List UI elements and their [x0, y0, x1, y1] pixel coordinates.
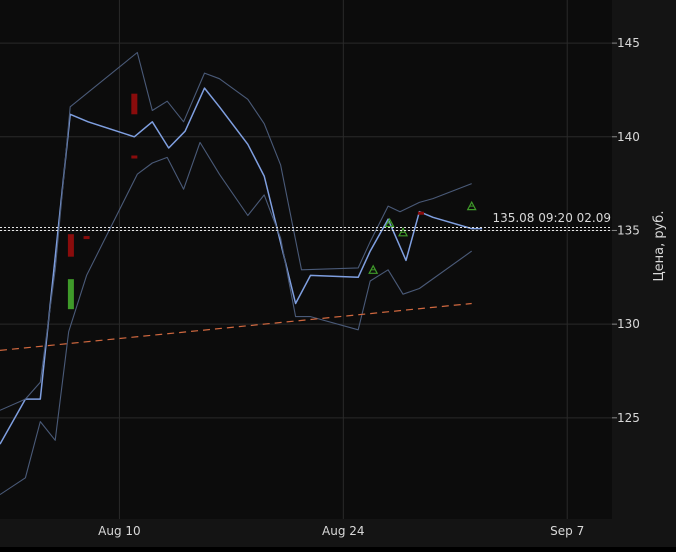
candle-5: [417, 211, 424, 215]
chart-svg: 135.08 09:20 02.09 125 130 135 140 145 Aug 10…: [0, 0, 676, 547]
candle-2: [83, 236, 90, 240]
x-tick-label-1: Aug 24: [322, 524, 365, 538]
y-tick-label-125: 125: [617, 411, 640, 425]
last-price-label: 135.08 09:20 02.09: [492, 211, 611, 225]
x-axis-panel: [0, 519, 612, 547]
price-chart: 135.08 09:20 02.09 125 130 135 140 145 Aug 10…: [0, 0, 676, 547]
candle-1: [67, 234, 74, 257]
x-tick-label-2: Sep 7: [550, 524, 584, 538]
y-tick-label-145: 145: [617, 36, 640, 50]
candle-0: [67, 279, 74, 310]
plot-area: [0, 0, 612, 519]
y-axis-title: Цена, руб.: [652, 211, 667, 282]
y-tick-label-140: 140: [617, 130, 640, 144]
candle-4: [131, 155, 138, 159]
x-tick-label-0: Aug 10: [98, 524, 141, 538]
y-tick-label-130: 130: [617, 317, 640, 331]
y-tick-label-135: 135: [617, 223, 640, 237]
candle-3: [131, 93, 138, 115]
